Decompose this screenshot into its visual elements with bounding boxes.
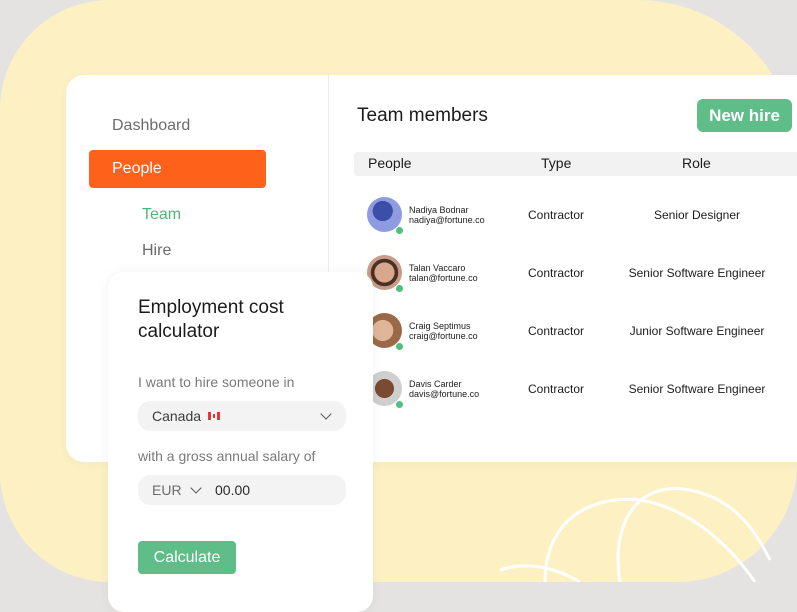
salary-input-group: EUR 00.00 <box>138 475 346 505</box>
table-row[interactable]: Nadiya Bodnar nadiya@fortune.co Contract… <box>329 197 797 237</box>
team-content: Team members New hire People Type Role N… <box>329 75 797 462</box>
column-header-people[interactable]: People <box>368 155 412 171</box>
online-status-dot <box>395 284 404 293</box>
person-name: Craig Septimus <box>409 321 471 331</box>
person-role: Senior Software Engineer <box>628 382 766 396</box>
sidebar-item-dashboard[interactable]: Dashboard <box>112 117 190 135</box>
salary-label: with a gross annual salary of <box>138 448 316 464</box>
calculate-button[interactable]: Calculate <box>138 541 236 574</box>
sidebar-item-team[interactable]: Team <box>142 206 181 224</box>
person-role: Junior Software Engineer <box>629 324 765 338</box>
online-status-dot <box>395 226 404 235</box>
person-type: Contractor <box>528 382 585 396</box>
person-type: Contractor <box>528 324 585 338</box>
person-name: Talan Vaccaro <box>409 263 466 273</box>
person-role: Senior Designer <box>653 208 741 222</box>
column-header-role[interactable]: Role <box>682 155 711 171</box>
person-name: Nadiya Bodnar <box>409 205 469 215</box>
online-status-dot <box>395 342 404 351</box>
sidebar-item-people[interactable]: People <box>89 150 266 188</box>
country-label: I want to hire someone in <box>138 374 295 390</box>
online-status-dot <box>395 400 404 409</box>
sidebar-item-hire[interactable]: Hire <box>142 242 171 260</box>
salary-input[interactable]: 00.00 <box>215 482 250 498</box>
person-email: nadiya@fortune.co <box>409 215 485 225</box>
new-hire-button[interactable]: New hire <box>697 99 792 132</box>
chevron-down-icon[interactable] <box>190 482 202 494</box>
table-row[interactable]: Craig Septimus craig@fortune.co Contract… <box>329 313 797 353</box>
employment-cost-calculator: Employment cost calculator I want to hir… <box>108 272 373 612</box>
person-role: Senior Software Engineer <box>628 266 766 280</box>
page-title: Team members <box>357 105 488 126</box>
calculator-title: Employment cost calculator <box>138 297 284 342</box>
person-type: Contractor <box>528 208 585 222</box>
person-email: talan@fortune.co <box>409 273 478 283</box>
chevron-down-icon <box>320 408 332 420</box>
person-email: craig@fortune.co <box>409 331 478 341</box>
table-row[interactable]: Talan Vaccaro talan@fortune.co Contracto… <box>329 255 797 295</box>
person-type: Contractor <box>528 266 585 280</box>
currency-value[interactable]: EUR <box>152 482 182 498</box>
country-value: Canada <box>152 408 202 424</box>
canada-flag-icon <box>208 412 220 420</box>
table-row[interactable]: Davis Carder davis@fortune.co Contractor… <box>329 371 797 411</box>
person-email: davis@fortune.co <box>409 389 480 399</box>
column-header-type[interactable]: Type <box>541 155 571 171</box>
country-select[interactable]: Canada <box>138 401 346 431</box>
person-name: Davis Carder <box>409 379 462 389</box>
table-header: People Type Role <box>354 152 797 176</box>
